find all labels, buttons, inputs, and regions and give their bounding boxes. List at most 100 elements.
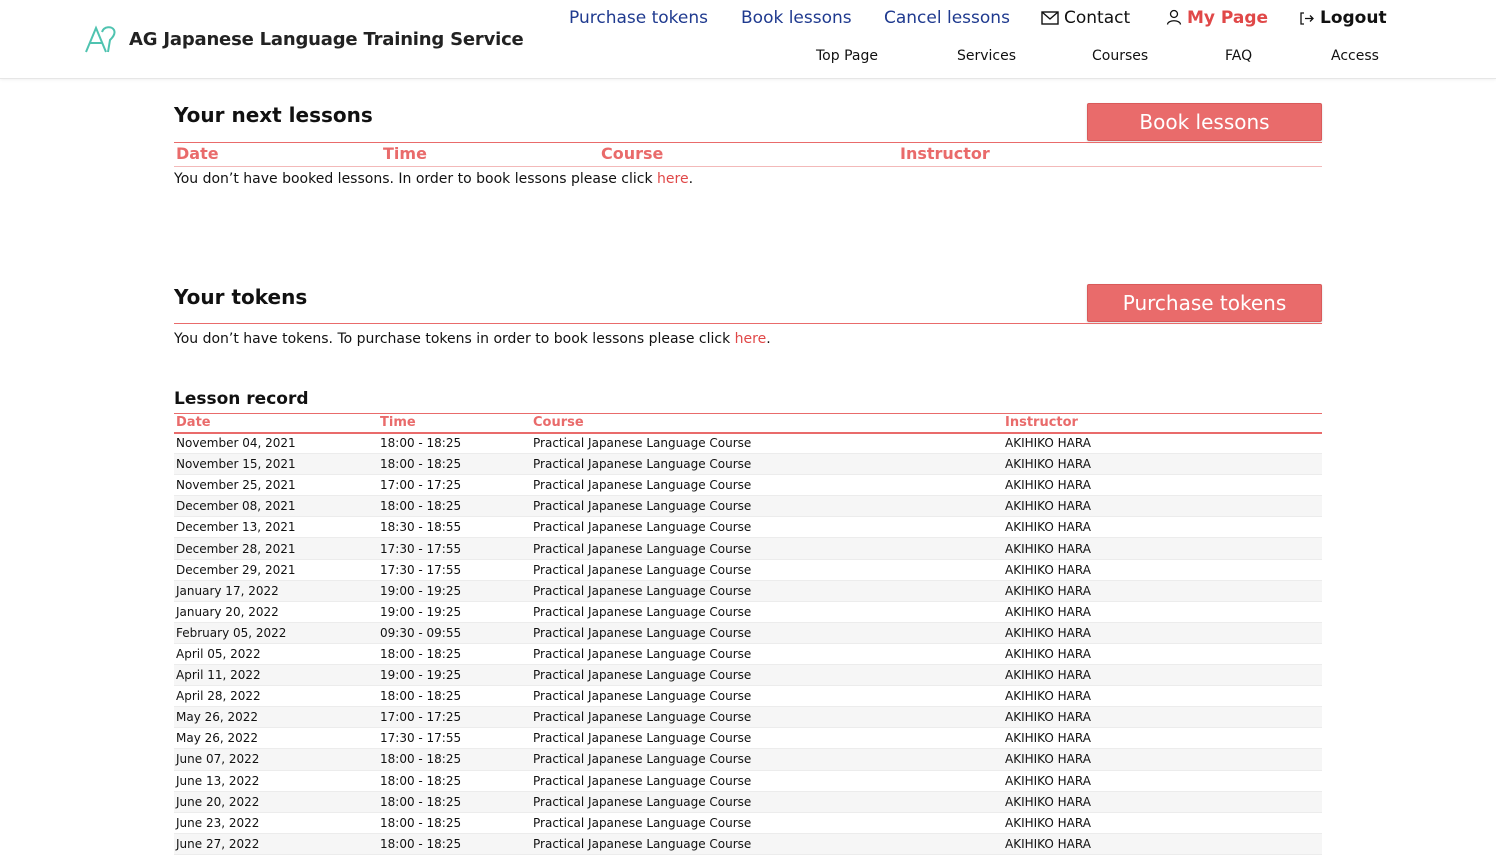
cell-instructor: AKIHIKO HARA — [1003, 601, 1322, 623]
nav-purchase-tokens[interactable]: Purchase tokens — [569, 8, 708, 28]
cell-date: February 05, 2022 — [174, 622, 378, 644]
cell-course: Practical Japanese Language Course — [531, 580, 1003, 602]
table-row: February 05, 2022 09:30 - 09:55 Practical … — [174, 622, 1322, 644]
col-course: Course — [531, 413, 1003, 434]
table-row: May 26, 2022 17:00 - 17:25 Practical Japan… — [174, 706, 1322, 729]
table-row: June 27, 2022 18:00 - 18:25 Practical Japa… — [174, 833, 1322, 855]
cell-course: Practical Japanese Language Course — [531, 748, 1003, 771]
cell-date: June 23, 2022 — [174, 812, 378, 834]
table-row: January 20, 2022 19:00 - 19:25 Practical J… — [174, 601, 1322, 623]
table-row: June 13, 2022 18:00 - 18:25 Practical Japa… — [174, 770, 1322, 792]
nav-top-page[interactable]: Top Page — [816, 48, 878, 64]
nav-book-lessons[interactable]: Book lessons — [741, 8, 852, 28]
purchase-tokens-button[interactable]: Purchase tokens — [1087, 284, 1322, 322]
cell-instructor: AKIHIKO HARA — [1003, 432, 1322, 455]
cell-instructor: AKIHIKO HARA — [1003, 791, 1322, 813]
cell-instructor: AKIHIKO HARA — [1003, 643, 1322, 666]
cell-time: 17:30 - 17:55 — [378, 559, 531, 581]
cell-time: 17:00 - 17:25 — [378, 706, 531, 729]
cell-date: June 07, 2022 — [174, 748, 378, 771]
cell-course: Practical Japanese Language Course — [531, 833, 1003, 855]
cell-time: 17:30 - 17:55 — [378, 537, 531, 560]
cell-course: Practical Japanese Language Course — [531, 601, 1003, 623]
cell-course: Practical Japanese Language Course — [531, 727, 1003, 750]
cell-date: November 25, 2021 — [174, 474, 378, 497]
book-lessons-link[interactable]: here — [657, 171, 689, 187]
table-row: December 29, 2021 17:30 - 17:55 Practical … — [174, 559, 1322, 581]
cell-date: December 28, 2021 — [174, 537, 378, 560]
table-row: June 20, 2022 18:00 - 18:25 Practical Japa… — [174, 791, 1322, 813]
table-row: November 25, 2021 17:00 - 17:25 Practical … — [174, 474, 1322, 497]
nav-courses[interactable]: Courses — [1092, 48, 1148, 64]
cell-time: 18:00 - 18:25 — [378, 770, 531, 792]
no-lessons-suffix: . — [688, 171, 694, 187]
divider — [174, 166, 1322, 167]
ag-logo-icon — [85, 25, 116, 53]
cell-date: December 13, 2021 — [174, 516, 378, 539]
cell-instructor: AKIHIKO HARA — [1003, 495, 1322, 518]
lesson-record-table: Date Time Course Instructor November 04,… — [174, 413, 1322, 855]
lesson-record-title: Lesson record — [174, 389, 309, 409]
nav-cancel-lessons[interactable]: Cancel lessons — [884, 8, 1010, 28]
cell-instructor: AKIHIKO HARA — [1003, 516, 1322, 539]
cell-course: Practical Japanese Language Course — [531, 537, 1003, 560]
purchase-tokens-link[interactable]: here — [735, 331, 767, 347]
cell-time: 19:00 - 19:25 — [378, 580, 531, 602]
cell-date: April 11, 2022 — [174, 664, 378, 687]
cell-instructor: AKIHIKO HARA — [1003, 580, 1322, 602]
table-header-row: Date Time Course Instructor — [174, 413, 1322, 434]
next-lessons-title: Your next lessons — [174, 103, 373, 127]
logo[interactable]: AG Japanese Language Training Service — [84, 24, 524, 54]
no-lessons-text: You don’t have booked lessons. In order … — [174, 171, 658, 187]
table-row: April 05, 2022 18:00 - 18:25 Practical Jap… — [174, 643, 1322, 666]
cell-time: 18:00 - 18:25 — [378, 812, 531, 834]
cell-course: Practical Japanese Language Course — [531, 495, 1003, 518]
no-tokens-suffix: . — [766, 331, 771, 347]
cell-date: June 27, 2022 — [174, 833, 378, 855]
cell-instructor: AKIHIKO HARA — [1003, 664, 1322, 687]
cell-course: Practical Japanese Language Course — [531, 791, 1003, 813]
cell-instructor: AKIHIKO HARA — [1003, 622, 1322, 644]
nav-access[interactable]: Access — [1331, 48, 1379, 64]
cell-course: Practical Japanese Language Course — [531, 643, 1003, 666]
no-tokens-text: You don’t have tokens. To purchase token… — [174, 331, 735, 347]
cell-time: 17:00 - 17:25 — [378, 474, 531, 497]
cell-time: 18:30 - 18:55 — [378, 516, 531, 539]
cell-course: Practical Japanese Language Course — [531, 432, 1003, 455]
nav-contact-label: Contact — [1064, 8, 1131, 28]
next-lessons-col-time: Time — [383, 144, 427, 163]
nav-my-page[interactable]: My Page — [1166, 8, 1268, 28]
cell-time: 19:00 - 19:25 — [378, 664, 531, 687]
nav-services[interactable]: Services — [957, 48, 1016, 64]
nav-contact[interactable]: Contact — [1041, 8, 1130, 28]
user-icon — [1166, 9, 1182, 25]
cell-date: April 05, 2022 — [174, 643, 378, 666]
col-date: Date — [174, 413, 378, 434]
cell-date: May 26, 2022 — [174, 706, 378, 729]
lesson-record-body: November 04, 2021 18:00 - 18:25 Practical … — [174, 432, 1322, 855]
cell-instructor: AKIHIKO HARA — [1003, 833, 1322, 855]
nav-logout[interactable]: Logout — [1300, 8, 1387, 28]
cell-instructor: AKIHIKO HARA — [1003, 474, 1322, 497]
cell-time: 18:00 - 18:25 — [378, 643, 531, 666]
cell-time: 18:00 - 18:25 — [378, 495, 531, 518]
cell-date: January 17, 2022 — [174, 580, 378, 602]
cell-instructor: AKIHIKO HARA — [1003, 727, 1322, 750]
table-row: November 04, 2021 18:00 - 18:25 Practical … — [174, 432, 1322, 455]
cell-time: 09:30 - 09:55 — [378, 622, 531, 644]
cell-date: January 20, 2022 — [174, 601, 378, 623]
cell-instructor: AKIHIKO HARA — [1003, 537, 1322, 560]
cell-time: 17:30 - 17:55 — [378, 727, 531, 750]
nav-my-page-label: My Page — [1187, 8, 1269, 28]
nav-faq[interactable]: FAQ — [1225, 48, 1252, 64]
cell-date: May 26, 2022 — [174, 727, 378, 750]
col-instructor: Instructor — [1003, 413, 1322, 434]
cell-time: 18:00 - 18:25 — [378, 833, 531, 855]
col-time: Time — [378, 413, 531, 434]
cell-instructor: AKIHIKO HARA — [1003, 706, 1322, 729]
table-row: December 28, 2021 17:30 - 17:55 Practical … — [174, 537, 1322, 560]
cell-time: 19:00 - 19:25 — [378, 601, 531, 623]
envelope-icon — [1041, 11, 1059, 25]
next-lessons-col-instructor: Instructor — [900, 144, 990, 163]
book-lessons-button[interactable]: Book lessons — [1087, 103, 1322, 141]
